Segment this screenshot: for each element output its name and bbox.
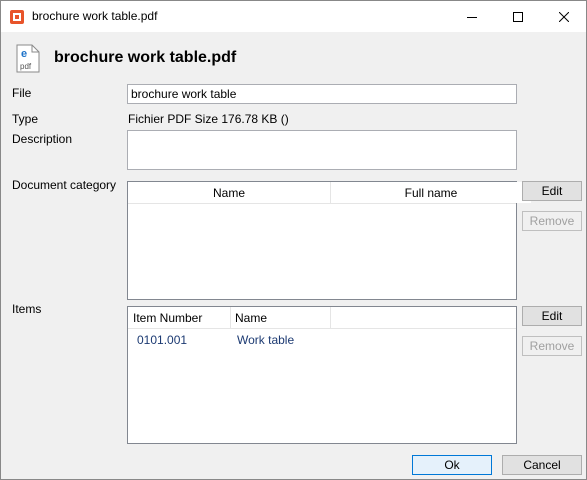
column-header-name[interactable]: Name bbox=[231, 307, 331, 328]
column-header-name[interactable]: Name bbox=[128, 182, 331, 203]
document-category-list[interactable]: Name Full name bbox=[127, 181, 531, 300]
maximize-button[interactable] bbox=[495, 1, 541, 32]
close-button[interactable] bbox=[541, 1, 587, 32]
item-number-cell: 0101.001 bbox=[137, 333, 188, 347]
svg-text:e: e bbox=[21, 48, 27, 60]
ok-button[interactable]: Ok bbox=[412, 455, 492, 475]
header-divider bbox=[128, 203, 516, 204]
items-label: Items bbox=[12, 302, 42, 316]
description-label: Description bbox=[12, 132, 73, 146]
minimize-icon bbox=[467, 16, 477, 18]
category-remove-button[interactable]: Remove bbox=[522, 211, 582, 231]
header-divider bbox=[128, 328, 516, 329]
file-title: brochure work table.pdf bbox=[54, 49, 237, 66]
items-remove-button[interactable]: Remove bbox=[522, 336, 582, 356]
title-bar: brochure work table.pdf bbox=[1, 1, 586, 32]
type-value: Fichier PDF Size 176.78 KB () bbox=[128, 112, 289, 126]
pdf-file-icon: e pdf bbox=[16, 44, 40, 73]
window-title: brochure work table.pdf bbox=[32, 9, 158, 23]
items-edit-button[interactable]: Edit bbox=[522, 306, 582, 326]
app-icon bbox=[10, 10, 24, 24]
type-label: Type bbox=[12, 112, 39, 126]
file-name-input[interactable]: brochure work table bbox=[127, 84, 517, 104]
pdf-icon-text: pdf bbox=[20, 62, 32, 71]
minimize-button[interactable] bbox=[449, 1, 495, 32]
category-edit-button[interactable]: Edit bbox=[522, 181, 582, 201]
items-list[interactable]: Item Number Name 0101.001 Work table bbox=[127, 306, 517, 444]
file-label: File bbox=[12, 86, 32, 100]
maximize-icon bbox=[513, 11, 523, 22]
item-name-cell: Work table bbox=[237, 333, 295, 347]
cancel-button[interactable]: Cancel bbox=[502, 455, 582, 475]
column-header-full-name[interactable]: Full name bbox=[331, 182, 531, 203]
description-input[interactable] bbox=[127, 130, 517, 170]
close-icon bbox=[559, 11, 569, 22]
column-header-item-number[interactable]: Item Number bbox=[128, 307, 231, 328]
properties-dialog: brochure work table.pdf e pdf brochure w… bbox=[0, 0, 587, 480]
document-category-label: Document category bbox=[12, 178, 117, 192]
